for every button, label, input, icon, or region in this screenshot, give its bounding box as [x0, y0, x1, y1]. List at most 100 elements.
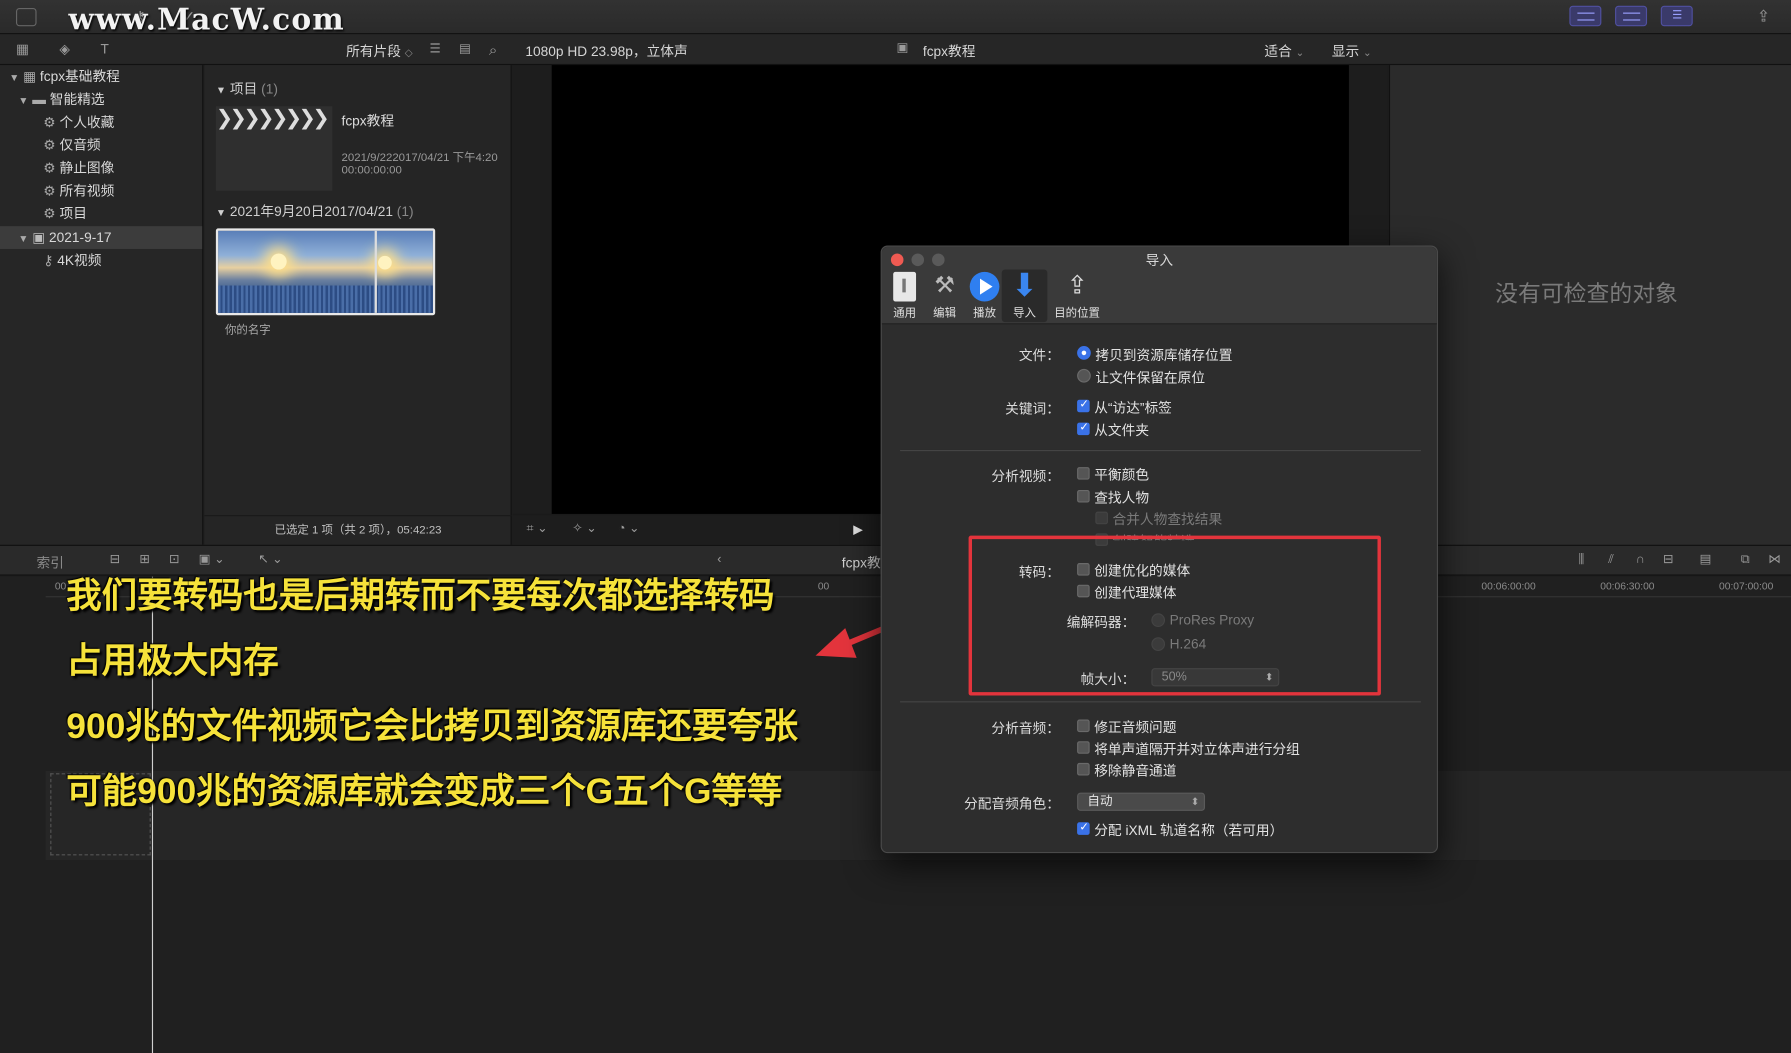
select-tool-icon[interactable]: ↖ ⌄ — [258, 553, 283, 567]
merge-people-checkbox[interactable] — [1095, 511, 1108, 525]
clip-appearance-icon[interactable]: ▤ — [1700, 553, 1712, 567]
smart-item[interactable]: ⚙ 项目 — [43, 202, 87, 225]
headphones-icon[interactable]: ∩ — [1636, 553, 1645, 567]
append-clip-icon[interactable]: ⊟ — [110, 553, 121, 567]
merge-people-label[interactable]: 合并人物查找结果 — [1113, 509, 1223, 528]
library-icon: ▦ — [23, 68, 37, 85]
dialog-title: 导入 — [1145, 252, 1174, 269]
display-dropdown[interactable]: 显示 ⌄ — [1332, 41, 1372, 60]
balance-color-label[interactable]: 平衡颜色 — [1094, 465, 1149, 484]
import-icon: ⬇ — [1011, 267, 1038, 303]
filmstrip-icon[interactable]: ▤ — [459, 43, 471, 56]
balance-color-checkbox[interactable] — [1077, 467, 1090, 480]
transitions-icon[interactable]: ⋈ — [1768, 553, 1781, 567]
key-icon: ⚷ — [43, 252, 54, 269]
remove-silent-checkbox[interactable] — [1077, 762, 1090, 776]
tab-import[interactable]: ⬇ 导入 — [1001, 267, 1048, 323]
tab-general[interactable]: 通用 — [882, 270, 928, 323]
finder-tags-label[interactable]: 从“访达”标签 — [1094, 397, 1172, 416]
audio-skimming-icon[interactable]: ⫽ — [1608, 553, 1614, 567]
finder-tags-checkbox[interactable] — [1077, 399, 1090, 413]
leave-in-place-radio[interactable] — [1077, 368, 1091, 383]
smart-item[interactable]: ⚙ 个人收藏 — [43, 111, 114, 134]
edit-icon: ⚒ — [934, 272, 955, 299]
folder-icon: ▬ — [32, 91, 46, 108]
project-thumbnail[interactable]: ❯❯❯❯❯❯❯❯ — [215, 106, 333, 191]
fit-dropdown[interactable]: 适合 ⌄ — [1264, 41, 1304, 60]
disclosure-icon[interactable]: ▼ — [9, 72, 19, 83]
tab-edit[interactable]: ⚒ 编辑 — [922, 270, 968, 323]
group-header-projects[interactable]: ▼ 项目 (1) — [216, 79, 278, 98]
analyze-video-label: 分析视频： — [991, 468, 1060, 485]
disclosure-icon[interactable]: ▼ — [216, 85, 226, 96]
fix-audio-checkbox[interactable] — [1077, 719, 1090, 733]
event-row[interactable]: ▼ ▣ 2021-9-17 — [0, 226, 203, 249]
search-icon[interactable]: ⌕ — [489, 42, 497, 57]
group-title: 2021年9月20日2017/04/21 — [229, 203, 393, 220]
project-clapper-icon: ❯❯❯❯❯❯❯❯ — [215, 106, 330, 130]
separate-mono-label[interactable]: 将单声道隔开并对立体声进行分组 — [1094, 739, 1300, 758]
library-root[interactable]: ▼ ▦ fcpx基础教程 — [9, 65, 120, 88]
ixml-checkbox[interactable] — [1077, 821, 1090, 835]
ruler-tick: 00 — [54, 580, 67, 592]
back-arrow-icon[interactable]: ‹ — [717, 553, 721, 567]
effects-icon[interactable]: ⧉ — [1741, 553, 1750, 567]
group-header-event[interactable]: ▼ 2021年9月20日2017/04/21 (1) — [216, 201, 414, 220]
caption-line: 可能900兆的资源库就会变成三个G五个G等等 — [66, 770, 783, 811]
folders-label[interactable]: 从文件夹 — [1094, 420, 1149, 439]
folders-checkbox[interactable] — [1077, 421, 1090, 436]
index-button[interactable]: 索引 — [37, 553, 64, 572]
disclosure-icon[interactable]: ▼ — [18, 95, 28, 106]
separate-mono-checkbox[interactable] — [1077, 741, 1090, 754]
photos-icon[interactable]: ◈ — [59, 42, 70, 56]
inspector-toggle-button[interactable]: ☰ — [1660, 5, 1693, 27]
clip-filmstrip[interactable] — [215, 228, 436, 316]
display-label: 显示 — [1331, 43, 1360, 60]
clip-filter-dropdown[interactable]: 所有片段 ◇ — [346, 41, 413, 60]
play-icon[interactable]: ▶ — [853, 524, 863, 537]
ixml-label[interactable]: 分配 iXML 轨道名称（若可用） — [1094, 820, 1283, 839]
library-icon[interactable]: ▦ — [16, 42, 29, 56]
copy-to-library-label[interactable]: 拷贝到资源库储存位置 — [1095, 345, 1232, 364]
layout-strip-button[interactable] — [1615, 5, 1648, 27]
overwrite-clip-icon[interactable]: ⊡ — [169, 553, 180, 567]
smart-item[interactable]: ⚙ 所有视频 — [43, 179, 114, 202]
keyword-item[interactable]: ⚷ 4K视频 — [43, 249, 101, 272]
tab-playback[interactable]: 播放 — [962, 270, 1008, 323]
snapping-icon[interactable]: ⊟ — [1663, 553, 1674, 567]
keywords-label: 关键词： — [1005, 400, 1060, 417]
copy-to-library-radio[interactable] — [1077, 346, 1091, 360]
find-people-checkbox[interactable] — [1077, 489, 1090, 503]
speed-icon[interactable]: ◔ ⌄ — [618, 523, 640, 536]
tab-label: 通用 — [893, 307, 917, 320]
smart-item[interactable]: ⚙ 仅音频 — [43, 134, 100, 157]
share-icon[interactable]: ⇪ — [1757, 8, 1770, 24]
smart-item[interactable]: ⚙ 静止图像 — [43, 156, 114, 179]
timeline-title: fcpx教 — [841, 555, 881, 572]
titles-icon[interactable]: T — [101, 42, 109, 56]
disclosure-icon[interactable]: ▼ — [18, 233, 28, 244]
gear-icon: ⚙ — [43, 159, 56, 176]
connect-clip-icon[interactable]: ▣ ⌄ — [199, 553, 225, 567]
find-people-label[interactable]: 查找人物 — [1094, 488, 1149, 507]
crop-icon[interactable]: ⌗ ⌄ — [527, 523, 548, 536]
list-view-icon[interactable]: ☰ — [429, 43, 440, 56]
skimmer-line — [374, 230, 377, 313]
remove-silent-label[interactable]: 移除静音通道 — [1094, 761, 1176, 780]
files-label: 文件： — [1018, 347, 1060, 364]
disclosure-icon[interactable]: ▼ — [216, 207, 226, 218]
smart-item-label: 仅音频 — [59, 137, 101, 154]
audio-meter-icon[interactable]: ⫼ — [1579, 553, 1585, 567]
gear-icon: ⚙ — [43, 205, 56, 222]
leave-in-place-label[interactable]: 让文件保留在原位 — [1095, 368, 1205, 387]
magic-wand-icon[interactable]: ✧ ⌄ — [572, 523, 597, 536]
layout-grid-button[interactable] — [1569, 5, 1602, 27]
analyze-audio-label: 分析音频： — [991, 720, 1060, 737]
fit-label: 适合 — [1264, 43, 1292, 60]
smart-group[interactable]: ▼ ▬ 智能精选 — [18, 88, 104, 111]
inspector: 没有可检查的对象 — [1388, 65, 1791, 545]
fix-audio-label[interactable]: 修正音频问题 — [1094, 717, 1176, 736]
insert-clip-icon[interactable]: ⊞ — [139, 553, 150, 567]
audio-role-select[interactable]: 自动 ⬍ — [1077, 792, 1206, 811]
tab-destinations[interactable]: ⇪ 目的位置 — [1049, 270, 1106, 323]
